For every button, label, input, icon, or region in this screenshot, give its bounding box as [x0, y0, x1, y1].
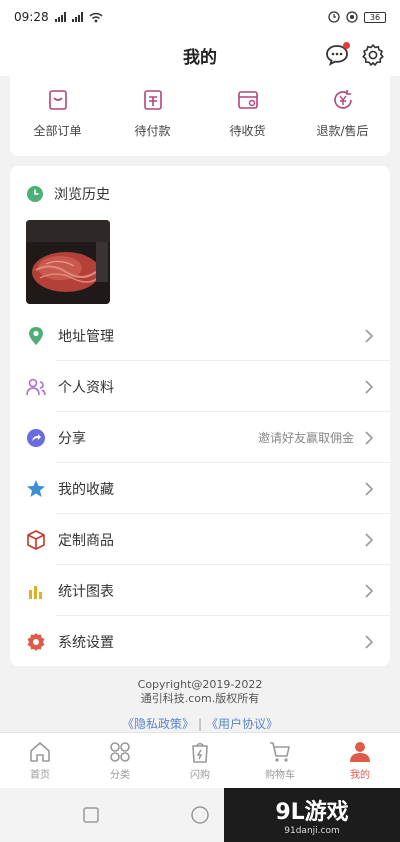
chevron-right-icon — [365, 583, 374, 598]
star-icon — [26, 479, 46, 499]
clock-icon — [27, 186, 43, 202]
menu-label-address: 地址管理 — [58, 328, 114, 345]
signal-icon — [54, 12, 66, 22]
tab-cart[interactable]: 购物车 — [240, 733, 320, 788]
order-all-label: 全部订单 — [33, 124, 82, 138]
recent-apps-icon[interactable] — [82, 806, 100, 824]
battery-icon: 36 — [364, 11, 386, 23]
tab-home[interactable]: 首页 — [0, 733, 80, 788]
user-agreement-link[interactable]: 《用户协议》 — [206, 717, 278, 731]
menu-label-statistics: 统计图表 — [58, 583, 114, 600]
flash-sale-icon — [192, 742, 208, 763]
tab-home-label: 首页 — [30, 769, 50, 781]
orders-card: 全部订单 待付款 待收货 退款/售后 — [10, 76, 390, 156]
menu-item-address[interactable]: 地址管理 — [26, 310, 390, 361]
tab-category[interactable]: 分类 — [80, 733, 160, 788]
main-card: 浏览历史 地址管理 个人资料 分享 邀请好友赢取佣金 我的收藏 定制商品 统计图… — [10, 166, 390, 666]
menu-item-custom-products[interactable]: 定制商品 — [26, 514, 390, 565]
category-icon — [110, 741, 130, 762]
alarm-icon — [328, 11, 340, 23]
order-list-icon — [48, 90, 67, 110]
signal-icon-2 — [71, 12, 83, 22]
menu-item-profile[interactable]: 个人资料 — [26, 361, 390, 412]
order-pending-receipt[interactable]: 待收货 — [200, 76, 295, 156]
share-icon — [26, 428, 46, 448]
chevron-right-icon — [365, 634, 374, 649]
status-bar: 09:28 36 — [0, 0, 400, 34]
settings-button[interactable] — [358, 40, 388, 70]
package-icon — [237, 91, 258, 109]
bar-chart-icon — [26, 581, 46, 601]
chevron-right-icon — [365, 379, 374, 394]
user-icon — [350, 741, 370, 762]
settings-icon — [26, 632, 46, 652]
tab-flash-sale-label: 闪购 — [190, 769, 210, 781]
menu-item-statistics[interactable]: 统计图表 — [26, 565, 390, 616]
tab-flash-sale[interactable]: 闪购 — [160, 733, 240, 788]
home-icon — [30, 741, 50, 762]
watermark-brand: 9L游戏 — [275, 800, 349, 825]
menu-label-profile: 个人资料 — [58, 379, 114, 396]
order-pending-payment[interactable]: 待付款 — [105, 76, 200, 156]
menu-item-system-settings[interactable]: 系统设置 — [26, 616, 374, 667]
history-product-image[interactable] — [26, 220, 110, 304]
wallet-icon — [143, 90, 162, 110]
tab-category-label: 分类 — [110, 769, 130, 781]
meat-product-image — [26, 220, 110, 304]
menu-label-share: 分享 — [58, 430, 86, 447]
page-title: 我的 — [183, 47, 217, 68]
history-title: 浏览历史 — [54, 187, 110, 203]
location-icon — [26, 326, 46, 346]
menu-item-favorites[interactable]: 我的收藏 — [26, 463, 390, 514]
location-status-icon — [346, 11, 358, 23]
chevron-right-icon — [365, 532, 374, 547]
cart-icon — [270, 741, 290, 762]
chevron-right-icon — [365, 328, 374, 343]
tab-mine[interactable]: 我的 — [320, 733, 400, 788]
menu-label-custom-products: 定制商品 — [58, 532, 114, 549]
chevron-right-icon — [365, 430, 374, 445]
tab-mine-label: 我的 — [350, 769, 370, 781]
privacy-policy-link[interactable]: 《隐私政策》 — [122, 717, 194, 731]
watermark-logo: 9L游戏 91danji.com — [224, 788, 400, 842]
order-refund-label: 退款/售后 — [316, 124, 369, 138]
tab-cart-label: 购物车 — [265, 769, 295, 781]
gear-icon — [362, 44, 384, 66]
menu-label-favorites: 我的收藏 — [58, 481, 114, 498]
copyright: Copyright@2019-2022 通引科技.com.版权所有 — [0, 678, 400, 706]
menu-item-share[interactable]: 分享 邀请好友赢取佣金 — [26, 412, 390, 463]
link-separator: | — [197, 717, 203, 731]
refund-icon — [333, 90, 352, 109]
message-button[interactable] — [322, 40, 352, 70]
copyright-line1: Copyright@2019-2022 — [137, 678, 263, 691]
copyright-line2: 通引科技.com.版权所有 — [140, 692, 260, 705]
order-all[interactable]: 全部订单 — [10, 76, 105, 156]
share-hint: 邀请好友赢取佣金 — [257, 431, 354, 445]
watermark-site: 91danji.com — [284, 826, 340, 836]
status-time: 09:28 — [14, 10, 49, 24]
box-icon — [26, 529, 46, 550]
order-refund[interactable]: 退款/售后 — [295, 76, 390, 156]
profile-icon — [26, 377, 46, 397]
bottom-tab-bar: 首页 分类 闪购 购物车 我的 — [0, 732, 400, 788]
order-pending-receipt-label: 待收货 — [229, 124, 266, 138]
page-header: 我的 — [0, 34, 400, 76]
policy-links: 《隐私政策》 | 《用户协议》 — [0, 715, 400, 732]
order-pending-payment-label: 待付款 — [134, 124, 171, 138]
menu-label-system-settings: 系统设置 — [58, 634, 114, 651]
unread-dot — [343, 42, 350, 49]
home-button-icon[interactable] — [190, 805, 210, 825]
chevron-right-icon — [365, 481, 374, 496]
wifi-icon — [89, 12, 103, 22]
history-header: 浏览历史 — [26, 184, 110, 204]
